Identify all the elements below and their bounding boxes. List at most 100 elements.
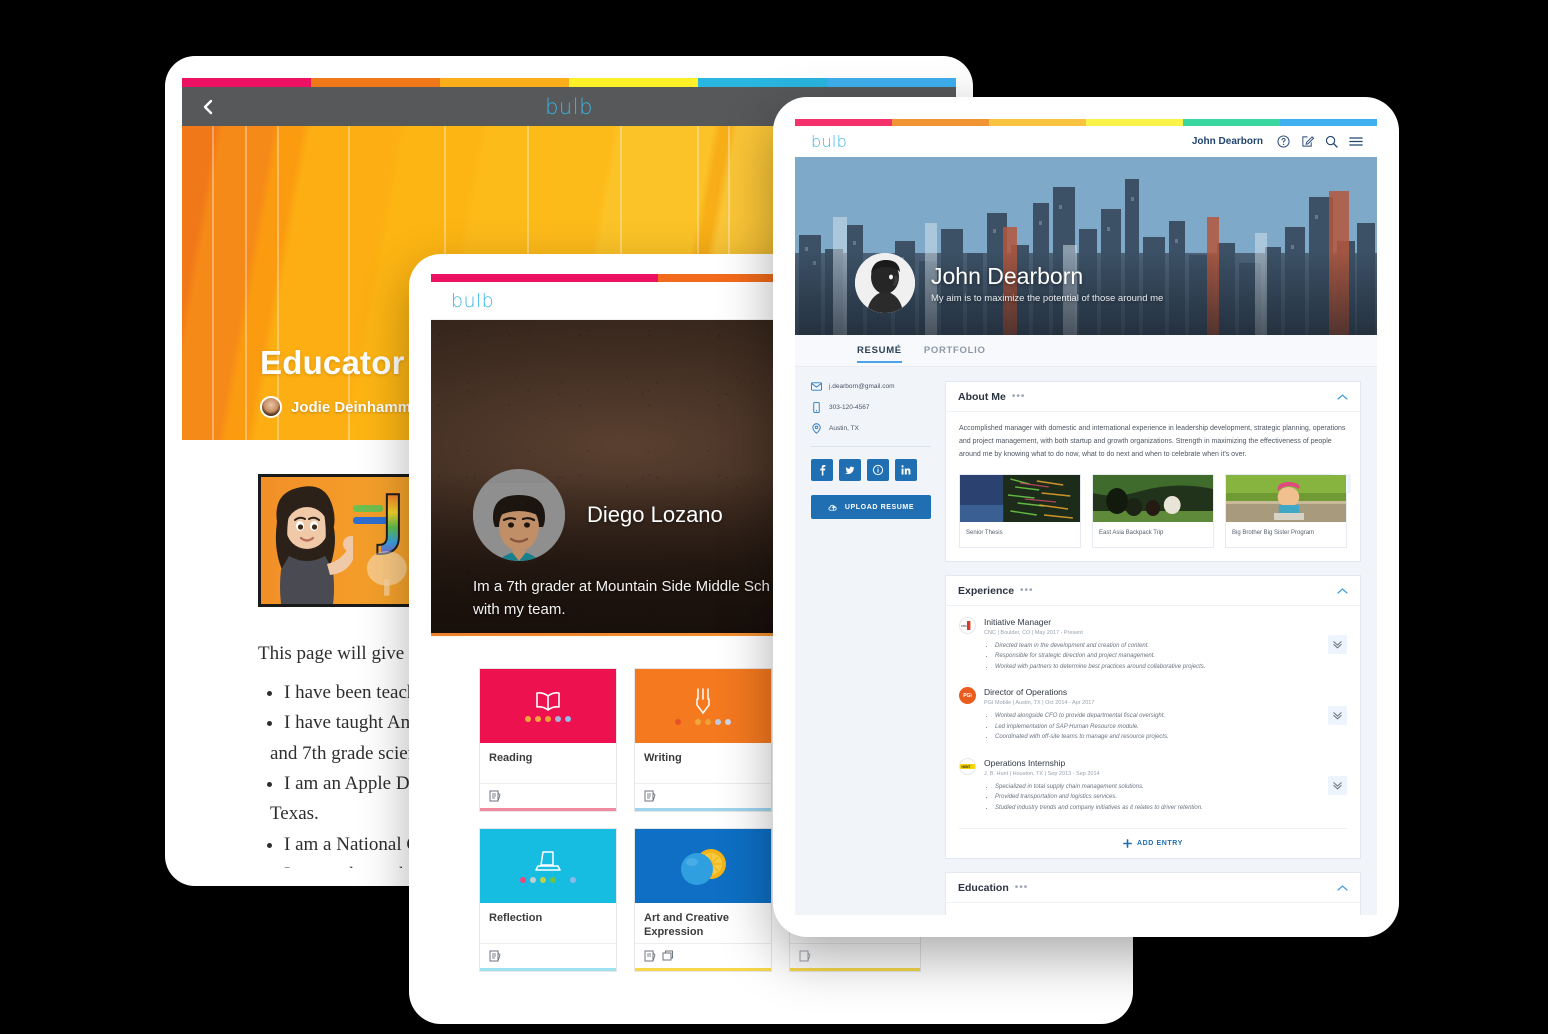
pencil-icon [696,687,710,714]
panel-header: Education ••• [946,873,1360,904]
thumbnail-caption: Senior Thesis [966,529,1003,536]
thumbnail-image [960,474,1080,522]
student-portrait-icon [473,483,565,561]
card-underline [635,808,771,811]
article-icon [644,950,656,962]
bulb-logo[interactable]: bulb [811,132,847,151]
thumbnail-caption: East Asia Backpack Trip [1099,529,1164,536]
card-dots [520,876,576,883]
linkedin-link[interactable] [895,459,917,481]
phone-icon [813,402,820,413]
tab-resume[interactable]: RESUMÉ [857,335,902,366]
contact-location[interactable]: Austin, TX [811,423,931,434]
bulb-logo[interactable]: bulb [451,290,494,312]
double-chevron-down-icon[interactable] [1328,705,1347,725]
more-dots-icon[interactable]: ••• [1020,585,1034,596]
card-underline [480,808,616,811]
topbar-nav: John Dearborn [1192,135,1363,148]
experience-detail: Operations Internship J. B. Hunt | Houst… [984,758,1320,814]
article-icon [644,790,656,802]
plus-icon [1123,839,1132,849]
social-links [811,459,931,481]
resume-identity: John Dearborn My aim is to maximize the … [931,263,1163,304]
list-item: Provided transportation and logistics se… [995,792,1320,803]
about-me-text: Accomplished manager with domestic and i… [959,425,1346,458]
experience-entry: HUNT Operations Internship J. B. Hunt | … [959,757,1347,814]
thumbnail-card[interactable]: Big Brother Big Sister Program [1225,473,1347,548]
card-footer [790,943,920,968]
profile-tagline: My aim is to maximize the potential of t… [931,292,1164,304]
bulb-logo[interactable]: bulb [545,95,593,119]
add-entry-button[interactable]: ADD ENTRY [959,828,1347,858]
card-footer [480,783,616,808]
laptop-icon [535,850,561,871]
back-chevron-icon[interactable] [200,99,216,115]
card-cover [635,669,771,743]
chevron-up-icon[interactable] [1337,393,1348,401]
upload-resume-button[interactable]: UPLOAD RESUME [811,495,931,519]
contact-email[interactable]: j.dearborn@gmail.com [811,381,931,392]
avatar [473,469,565,561]
upload-resume-label: UPLOAD RESUME [844,503,915,511]
chevron-up-icon[interactable] [1337,884,1348,892]
double-chevron-down-icon[interactable] [1328,635,1347,655]
resume-hero-banner: John Dearborn My aim is to maximize the … [795,157,1377,335]
resume-sidebar: j.dearborn@gmail.com 303-120-4567 Austin… [811,381,931,915]
twitter-link[interactable] [839,459,861,481]
experience-detail: Initiative Manager CNC | Boulder, CO | M… [984,617,1320,673]
portfolio-card-reading[interactable]: Reading [479,668,617,812]
card-cover [635,829,771,903]
portfolio-card-art[interactable]: Art and Creative Expression [634,828,772,972]
student-name: Diego Lozano [587,502,723,527]
facebook-link[interactable] [811,459,833,481]
resume-topbar: bulb John Dearborn [795,126,1377,157]
portfolio-card-reflection[interactable]: Reflection [479,828,617,972]
panel-experience: Experience ••• cnc Initiative Manager CN… [945,574,1361,860]
article-icon [799,950,811,962]
avatar [260,396,282,418]
thumbnail-card[interactable]: Senior Thesis [959,473,1081,548]
card-title: Art and Creative Expression [644,912,729,938]
collection-icon [662,950,673,961]
card-dots [525,715,571,722]
contact-phone-text: 303-120-4567 [829,404,870,411]
list-item: Coordinated with off-site teams to manag… [995,732,1320,743]
experience-role: Director of Operations [984,687,1068,698]
screenshot-stage: bulb Educator Pr Jodie Deinhammer J This… [0,0,1548,1034]
behance-link[interactable] [867,459,889,481]
list-item: Responsible for strategic direction and … [995,651,1320,662]
thumbnail-card[interactable]: East Asia Backpack Trip [1092,473,1214,548]
user-name-label[interactable]: John Dearborn [1192,136,1263,147]
double-chevron-down-icon[interactable] [1328,776,1347,796]
svg-text:cnc: cnc [961,624,967,628]
tree-icon [366,551,407,596]
list-item: Studied industry trends and company init… [995,803,1320,814]
experience-meta: PGI Mobile | Austin, TX | Oct 2014 - Apr… [984,700,1095,707]
edit-square-icon[interactable] [1301,135,1314,148]
svg-text:HUNT: HUNT [962,765,971,769]
chevron-up-icon[interactable] [1337,587,1348,595]
resume-profile-screen: bulb John Dearborn John Dearborn My aim … [795,119,1377,915]
list-item: Specialized in total supply chain manage… [995,782,1320,793]
thumbnail-image [1226,474,1346,522]
help-circle-icon[interactable] [1277,135,1290,148]
tablet-resume-profile: bulb John Dearborn John Dearborn My aim … [773,97,1399,937]
add-entry-label: ADD ENTRY [1137,840,1183,848]
more-dots-icon[interactable]: ••• [1015,883,1029,893]
user-portrait-icon [855,253,915,313]
tab-portfolio[interactable]: PORTFOLIO [924,335,986,366]
avatar [855,253,915,313]
portfolio-card-writing[interactable]: Writing [634,668,772,812]
panel-body: cnc Initiative Manager CNC | Boulder, CO… [946,606,1360,859]
contact-phone[interactable]: 303-120-4567 [811,402,931,413]
linkedin-icon [901,465,911,475]
panel-header: About Me ••• [946,382,1360,412]
resume-main: j.dearborn@gmail.com 303-120-4567 Austin… [795,367,1377,915]
experience-detail: Director of Operations PGI Mobile | Aust… [984,687,1320,743]
hamburger-menu-icon[interactable] [1349,135,1363,148]
search-icon[interactable] [1325,135,1338,148]
more-dots-icon[interactable]: ••• [1012,392,1026,402]
thumbnail-caption: Big Brother Big Sister Program [1232,529,1315,536]
orange-fruit-icon [681,849,726,885]
sidebar-divider [811,446,931,447]
